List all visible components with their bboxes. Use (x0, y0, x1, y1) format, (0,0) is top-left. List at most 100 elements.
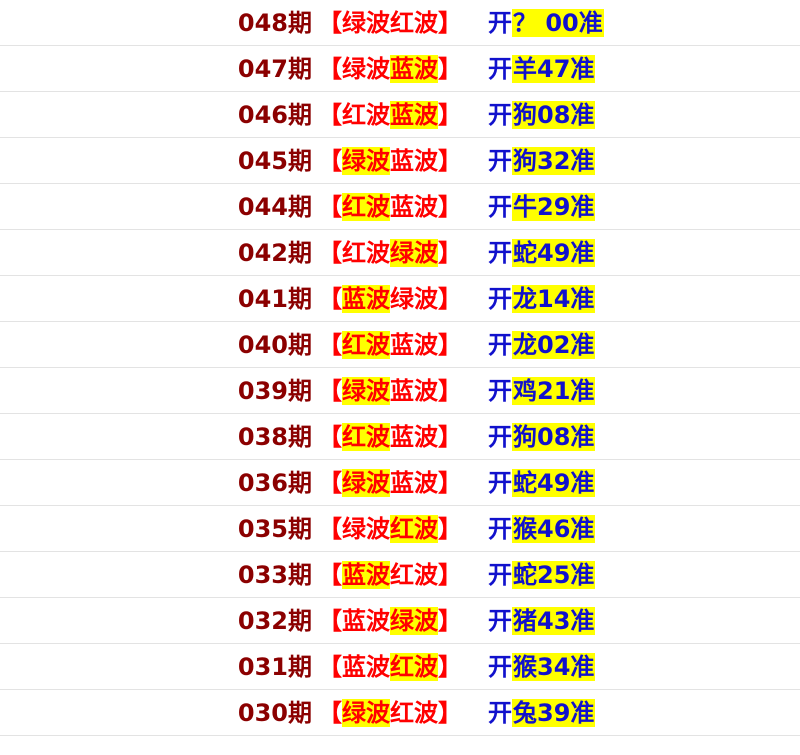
wave-prediction: 【绿波红波】 (318, 698, 462, 727)
wave-first: 绿波 (342, 376, 390, 405)
list-item: 045期 【绿波蓝波】 开狗32准 (0, 138, 800, 184)
list-item: 048期 【绿波红波】 开？ 00准 (0, 0, 800, 46)
list-item: 039期 【绿波蓝波】 开鸡21准 (0, 368, 800, 414)
result-prefix: 开 (488, 54, 512, 83)
wave-first: 蓝波 (342, 560, 390, 589)
prediction-list: 048期 【绿波红波】 开？ 00准 047期 【绿波蓝波】 开羊47准 046… (0, 0, 800, 736)
wave-second: 红波 (390, 698, 438, 727)
issue-number: 040期 (237, 330, 312, 359)
bracket-open: 【 (318, 330, 342, 359)
wave-first: 绿波 (342, 54, 390, 83)
list-item: 030期 【绿波红波】 开兔39准 (0, 690, 800, 736)
draw-result: 开？ 00准 (488, 8, 604, 37)
result-prefix: 开 (488, 514, 512, 543)
wave-second: 绿波 (390, 606, 438, 635)
bracket-open: 【 (318, 514, 342, 543)
result-value: 猴46准 (512, 514, 596, 543)
wave-prediction: 【绿波蓝波】 (318, 54, 462, 83)
wave-first: 绿波 (342, 514, 390, 543)
wave-second: 绿波 (390, 238, 438, 267)
bracket-open: 【 (318, 54, 342, 83)
bracket-open: 【 (318, 238, 342, 267)
issue-number: 041期 (237, 284, 312, 313)
issue-number: 035期 (237, 514, 312, 543)
issue-number: 045期 (237, 146, 312, 175)
result-value: 龙14准 (512, 284, 596, 313)
wave-prediction: 【绿波蓝波】 (318, 468, 462, 497)
issue-number: 044期 (237, 192, 312, 221)
result-prefix: 开 (488, 606, 512, 635)
result-prefix: 开 (488, 192, 512, 221)
bracket-close: 】 (438, 8, 462, 37)
bracket-open: 【 (318, 192, 342, 221)
wave-prediction: 【红波蓝波】 (318, 192, 462, 221)
wave-prediction: 【绿波红波】 (318, 9, 462, 37)
bracket-open: 【 (318, 376, 342, 405)
bracket-open: 【 (318, 146, 342, 175)
result-value: ？ 00准 (512, 8, 604, 37)
list-item: 047期 【绿波蓝波】 开羊47准 (0, 46, 800, 92)
wave-first: 绿波 (342, 146, 390, 175)
bracket-close: 】 (438, 606, 462, 635)
issue-number: 038期 (237, 422, 312, 451)
wave-second: 蓝波 (390, 376, 438, 405)
bracket-close: 】 (438, 652, 462, 681)
draw-result: 开羊47准 (488, 54, 596, 83)
result-value: 鸡21准 (512, 376, 596, 405)
wave-first: 蓝波 (342, 284, 390, 313)
issue-number: 042期 (237, 238, 312, 267)
result-value: 龙02准 (512, 330, 596, 359)
result-prefix: 开 (488, 468, 512, 497)
result-prefix: 开 (488, 238, 512, 267)
draw-result: 开狗08准 (488, 100, 596, 129)
result-prefix: 开 (488, 284, 512, 313)
bracket-open: 【 (318, 100, 342, 129)
issue-number: 030期 (237, 698, 312, 727)
bracket-close: 】 (438, 284, 462, 313)
bracket-close: 】 (438, 560, 462, 589)
result-prefix: 开 (488, 422, 512, 451)
wave-second: 蓝波 (390, 100, 438, 129)
draw-result: 开猪43准 (488, 606, 596, 635)
wave-first: 绿波 (342, 8, 390, 37)
issue-number: 031期 (237, 652, 312, 681)
draw-result: 开鸡21准 (488, 376, 596, 405)
issue-number: 036期 (237, 468, 312, 497)
list-item: 036期 【绿波蓝波】 开蛇49准 (0, 460, 800, 506)
wave-second: 红波 (390, 8, 438, 37)
bracket-close: 】 (438, 54, 462, 83)
draw-result: 开蛇25准 (488, 560, 596, 589)
wave-second: 蓝波 (390, 54, 438, 83)
wave-prediction: 【绿波红波】 (318, 514, 462, 543)
issue-number: 048期 (237, 8, 312, 37)
issue-number: 046期 (237, 100, 312, 129)
wave-prediction: 【红波蓝波】 (318, 100, 462, 129)
wave-second: 红波 (390, 652, 438, 681)
bracket-open: 【 (318, 284, 342, 313)
result-value: 蛇49准 (512, 468, 596, 497)
result-value: 猪43准 (512, 606, 596, 635)
bracket-close: 】 (438, 514, 462, 543)
wave-second: 红波 (390, 514, 438, 543)
wave-second: 蓝波 (390, 468, 438, 497)
result-value: 蛇49准 (512, 238, 596, 267)
wave-prediction: 【红波蓝波】 (318, 422, 462, 451)
issue-number: 039期 (237, 376, 312, 405)
bracket-open: 【 (318, 606, 342, 635)
issue-number: 032期 (237, 606, 312, 635)
bracket-close: 】 (438, 422, 462, 451)
result-prefix: 开 (488, 560, 512, 589)
bracket-close: 】 (438, 100, 462, 129)
result-value: 猴34准 (512, 652, 596, 681)
wave-first: 绿波 (342, 468, 390, 497)
bracket-open: 【 (318, 468, 342, 497)
result-value: 狗08准 (512, 422, 596, 451)
result-value: 狗32准 (512, 146, 596, 175)
result-prefix: 开 (488, 376, 512, 405)
issue-number: 047期 (237, 54, 312, 83)
bracket-close: 】 (438, 146, 462, 175)
wave-prediction: 【蓝波红波】 (318, 652, 462, 681)
draw-result: 开龙02准 (488, 330, 596, 359)
result-prefix: 开 (488, 8, 512, 37)
bracket-close: 】 (438, 376, 462, 405)
